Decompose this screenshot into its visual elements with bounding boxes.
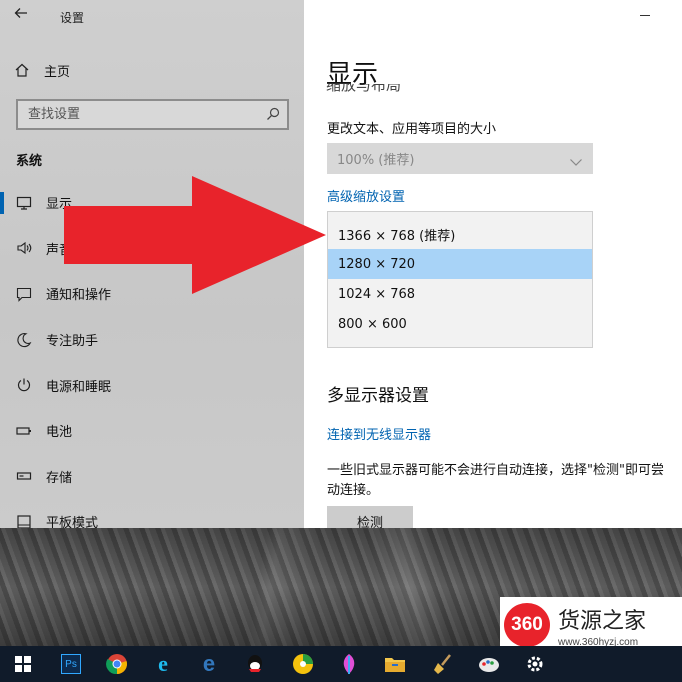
home-icon: [15, 63, 29, 77]
resolution-option[interactable]: 1366 × 768 (推荐): [328, 219, 592, 249]
section-title-system: 系统: [16, 154, 43, 169]
sidebar-item-power-sleep[interactable]: 电源和睡眠: [0, 362, 304, 408]
resolution-dropdown-list: 1366 × 768 (推荐) 1280 × 720 1024 × 768 80…: [327, 211, 593, 348]
sidebar-item-label: 电源和睡眠: [46, 379, 112, 395]
resolution-option-selected[interactable]: 1280 × 720: [328, 249, 592, 279]
qq-icon[interactable]: [232, 646, 278, 682]
sidebar-item-focus-assist[interactable]: 专注助手: [0, 317, 304, 363]
minimize-button[interactable]: [640, 8, 652, 20]
feather-icon[interactable]: [326, 646, 372, 682]
chrome-icon[interactable]: [94, 646, 140, 682]
arrow-left-icon: [14, 8, 27, 18]
back-button[interactable]: [14, 6, 36, 26]
window-title: 设置: [60, 11, 85, 25]
watermark-logo: 360: [504, 603, 550, 647]
power-icon: [16, 377, 32, 393]
detect-button[interactable]: 检测: [327, 506, 413, 528]
sidebar-item-tablet-mode[interactable]: 平板模式: [0, 499, 304, 528]
broom-icon[interactable]: [420, 646, 466, 682]
search-input[interactable]: [18, 101, 287, 128]
watermark: 360 货源之家 www.360hyzj.com: [500, 597, 682, 653]
photoshop-icon[interactable]: Ps: [48, 646, 94, 682]
watermark-name: 货源之家: [558, 609, 647, 634]
notification-icon: [16, 286, 32, 302]
settings-content: 显示 缩放与布局 更改文本、应用等项目的大小 100% (推荐) 高级缩放设置 …: [304, 0, 682, 528]
search-box: [16, 99, 289, 130]
sidebar-item-battery[interactable]: 电池: [0, 408, 304, 454]
sidebar-item-label: 存储: [46, 470, 73, 486]
detect-description: 一些旧式显示器可能不会进行自动连接，选择"检测"即可尝 动连接。: [327, 463, 664, 498]
resolution-option[interactable]: 1024 × 768: [328, 279, 592, 309]
settings-gear-icon[interactable]: [512, 646, 558, 682]
windows-start-icon[interactable]: [0, 646, 46, 682]
advanced-scaling-link[interactable]: 高级缩放设置: [327, 186, 405, 205]
title-bar: 设置: [0, 0, 304, 34]
taskbar: Ps e e: [0, 646, 682, 682]
resolution-option[interactable]: 800 × 600: [328, 309, 592, 339]
sidebar-item-storage[interactable]: 存储: [0, 454, 304, 500]
battery-icon: [16, 423, 32, 439]
file-explorer-icon[interactable]: [372, 646, 418, 682]
sidebar-item-label: 专注助手: [46, 334, 99, 350]
photoshop-label: Ps: [61, 654, 81, 674]
speaker-icon: [16, 240, 32, 256]
storage-icon: [16, 468, 32, 484]
scale-label: 更改文本、应用等项目的大小: [327, 122, 497, 137]
red-arrow-icon: [64, 176, 326, 294]
paint-icon[interactable]: [466, 646, 512, 682]
sidebar-item-label: 电池: [46, 425, 73, 441]
sidebar-item-label: 主页: [44, 64, 71, 80]
app-green-icon[interactable]: [280, 646, 326, 682]
moon-icon: [16, 332, 32, 348]
sidebar-item-label: 平板模式: [46, 516, 99, 528]
multi-display-heading: 多显示器设置: [327, 386, 429, 406]
tablet-icon: [16, 514, 32, 528]
monitor-icon: [16, 195, 32, 211]
sidebar-item-home[interactable]: 主页: [14, 58, 70, 82]
scale-dropdown[interactable]: 100% (推荐): [327, 143, 593, 174]
search-icon[interactable]: [266, 106, 280, 125]
wireless-display-link[interactable]: 连接到无线显示器: [327, 424, 431, 443]
scale-layout-heading: 缩放与布局: [326, 84, 402, 94]
chevron-down-icon: [569, 152, 583, 171]
edge-icon[interactable]: e: [186, 646, 232, 682]
ie-icon[interactable]: e: [140, 646, 186, 682]
scale-value: 100% (推荐): [337, 153, 415, 168]
